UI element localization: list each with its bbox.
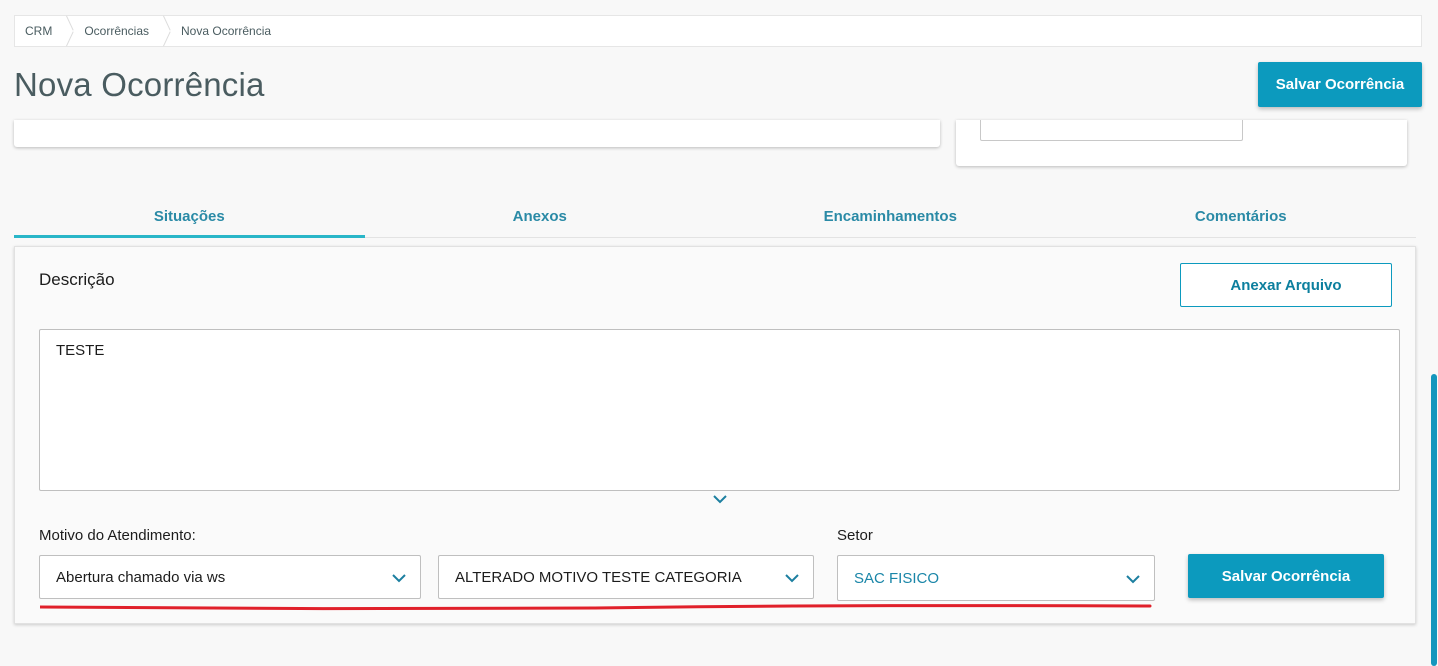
details-card-right <box>956 120 1407 166</box>
description-textarea[interactable]: TESTE <box>39 329 1400 491</box>
setor-label: Setor <box>837 527 873 544</box>
description-label: Descrição <box>39 270 115 289</box>
expand-chevron-icon[interactable] <box>709 491 731 507</box>
page-title: Nova Ocorrência <box>14 66 265 103</box>
attach-file-button[interactable]: Anexar Arquivo <box>1180 263 1392 307</box>
tab-bar: Situações Anexos Encaminhamentos Comentá… <box>14 196 1416 238</box>
motivo-select[interactable]: Abertura chamado via ws <box>39 555 421 599</box>
tab-encaminhamentos[interactable]: Encaminhamentos <box>715 196 1066 237</box>
breadcrumb-item-current: Nova Ocorrência <box>181 24 272 38</box>
chevron-down-icon <box>1126 575 1140 584</box>
motivo-label: Motivo do Atendimento: <box>39 527 196 544</box>
motivo-select-value: Abertura chamado via ws <box>56 568 226 586</box>
save-occurrence-button-top[interactable]: Salvar Ocorrência <box>1258 62 1422 107</box>
details-input[interactable] <box>980 120 1243 141</box>
situacoes-panel: Descrição Anexar Arquivo TESTE Motivo do… <box>14 246 1416 624</box>
details-card-left <box>14 120 940 147</box>
chevron-down-icon <box>392 574 406 583</box>
breadcrumb-item-crm[interactable]: CRM <box>15 16 66 46</box>
breadcrumb-item-ocorrencias[interactable]: Ocorrências <box>74 16 163 46</box>
tab-situacoes[interactable]: Situações <box>14 196 365 238</box>
tab-comentarios[interactable]: Comentários <box>1066 196 1417 237</box>
breadcrumb-separator <box>163 16 171 46</box>
breadcrumb-separator <box>66 16 74 46</box>
setor-select-value: SAC FISICO <box>854 569 940 587</box>
setor-select[interactable]: SAC FISICO <box>837 555 1155 601</box>
submotivo-select[interactable]: ALTERADO MOTIVO TESTE CATEGORIA <box>438 555 814 599</box>
chevron-down-icon <box>785 574 799 583</box>
submotivo-select-value: ALTERADO MOTIVO TESTE CATEGORIA <box>455 568 742 586</box>
annotation-underline <box>40 604 1152 611</box>
scrollbar-thumb[interactable] <box>1431 374 1437 666</box>
save-occurrence-button[interactable]: Salvar Ocorrência <box>1188 554 1384 598</box>
breadcrumb: CRM Ocorrências Nova Ocorrência <box>14 15 1422 47</box>
tab-anexos[interactable]: Anexos <box>365 196 716 237</box>
